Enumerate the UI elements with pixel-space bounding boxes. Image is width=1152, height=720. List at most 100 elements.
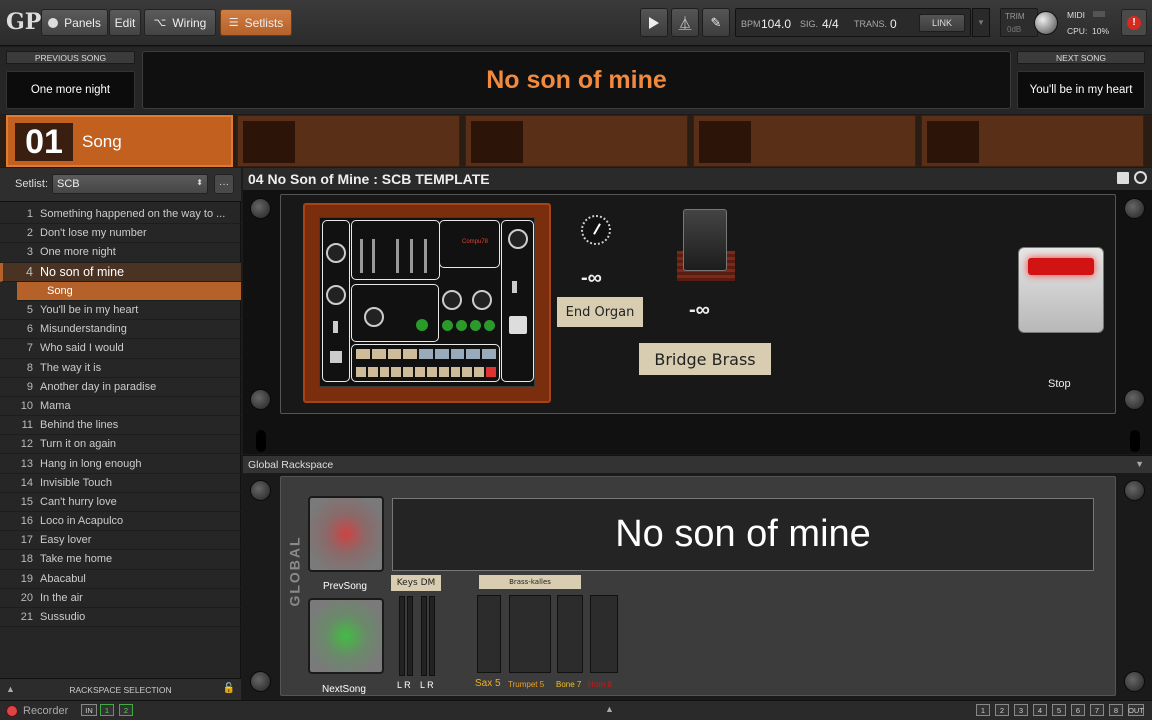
song-list-item[interactable]: 2 Don't lose my number (0, 224, 241, 244)
record-icon[interactable] (6, 705, 18, 717)
out-channel-6[interactable]: 6 (1071, 704, 1085, 716)
song-list: 1 Something happened on the way to ... 2 Do… (0, 205, 241, 680)
next-song-button[interactable] (308, 598, 384, 674)
song-list-item[interactable]: 17 Easy lover (0, 531, 241, 551)
button-icon[interactable] (509, 316, 527, 334)
song-list-item[interactable]: 15 Can't hurry love (0, 493, 241, 512)
in-channel-2[interactable]: 2 (119, 704, 133, 716)
song-list-item[interactable]: 6 Misunderstanding (0, 320, 241, 340)
trim-knob[interactable] (1034, 11, 1058, 35)
end-organ-label: End Organ (557, 297, 643, 327)
fader-track[interactable] (396, 239, 399, 273)
song-list-item[interactable]: 21 Sussudio (0, 608, 241, 628)
song-list-item[interactable]: 3 One more night (0, 243, 241, 263)
song-list-item[interactable]: 13 Hang in long enough (0, 454, 241, 474)
out-channel-8[interactable]: 8 (1109, 704, 1123, 716)
metronome-button[interactable]: ⏅ (671, 8, 699, 37)
switch-icon[interactable] (512, 281, 517, 293)
dm-fader-l[interactable] (421, 596, 427, 676)
alert-button[interactable]: ! (1121, 9, 1147, 36)
stop-button[interactable] (1018, 247, 1104, 333)
out-channel-1[interactable]: 1 (976, 704, 990, 716)
expression-pedal[interactable] (683, 209, 727, 271)
song-list-item[interactable]: 10 Mama (0, 397, 241, 417)
song-number: 2 (26, 227, 33, 240)
song-list-item[interactable]: 16 Loco in Acapulco (0, 512, 241, 532)
synth-knob[interactable] (326, 285, 346, 305)
transport-dropdown[interactable]: ▼ (972, 8, 990, 37)
out-channel-7[interactable]: 7 (1090, 704, 1104, 716)
fader-track[interactable] (410, 239, 413, 273)
song-list-item[interactable]: 1 Something happened on the way to ... (0, 205, 241, 225)
synth-plugin[interactable]: Compu78 (303, 203, 551, 403)
song-number: 15 (20, 495, 33, 508)
out-channel-3[interactable]: 3 (1014, 704, 1028, 716)
song-list-item[interactable]: 4 No son of mine (0, 262, 241, 282)
power-icon[interactable] (1134, 171, 1147, 184)
tuner-button[interactable]: ✎ (702, 8, 730, 37)
rackspace-selection-bar[interactable]: ▲ RACKSPACE SELECTION 🔓 (0, 678, 241, 700)
part-slot-empty[interactable] (465, 115, 688, 167)
lock-icon[interactable]: 🔓 (223, 683, 235, 694)
trans-value[interactable]: 0 (890, 17, 897, 31)
synth-knob[interactable] (472, 290, 492, 310)
alert-icon: ! (1127, 15, 1141, 30)
out-channel-4[interactable]: 4 (1033, 704, 1047, 716)
switch-icon[interactable] (333, 321, 338, 333)
keys-fader-r[interactable] (407, 596, 413, 676)
out-channel-2[interactable]: 2 (995, 704, 1009, 716)
link-button[interactable]: LINK (919, 14, 965, 32)
synth-knob[interactable] (508, 229, 528, 249)
song-list-item[interactable]: 12 Turn it on again (0, 435, 241, 455)
expand-up-icon[interactable]: ▲ (605, 704, 614, 714)
synth-knob[interactable] (442, 290, 462, 310)
song-list-item[interactable]: 9 Another day in paradise (0, 378, 241, 397)
chevron-down-icon[interactable]: ▼ (1135, 459, 1144, 469)
out-channel-5[interactable]: 5 (1052, 704, 1066, 716)
song-number: 1 (26, 208, 33, 221)
tab-wiring[interactable]: ⌥ Wiring (144, 9, 216, 36)
part-slot-empty[interactable] (237, 115, 460, 167)
save-icon[interactable] (1117, 172, 1129, 184)
part-slot-empty[interactable] (693, 115, 916, 167)
prev-song-button[interactable] (308, 496, 384, 572)
fader-track[interactable] (372, 239, 375, 273)
song-part-item[interactable]: Song (17, 281, 241, 301)
song-list-item[interactable]: 18 Take me home (0, 550, 241, 570)
level-knob[interactable] (577, 209, 617, 249)
tab-panels[interactable]: Panels (41, 9, 108, 36)
song-list-item[interactable]: 8 The way it is (0, 359, 241, 378)
horn-fader[interactable] (590, 595, 618, 673)
in-channel-1[interactable]: 1 (100, 704, 114, 716)
sax-fader[interactable] (477, 595, 501, 673)
trumpet-fader[interactable] (509, 595, 551, 673)
song-list-item[interactable]: 11 Behind the lines (0, 416, 241, 436)
song-list-item[interactable]: 14 Invisible Touch (0, 474, 241, 493)
song-title: Sussudio (40, 611, 86, 624)
bone-fader[interactable] (557, 595, 583, 673)
bpm-value[interactable]: 104.0 (761, 17, 791, 31)
tab-setlists[interactable]: ☰ Setlists (220, 9, 292, 36)
previous-song-button[interactable]: One more night (6, 71, 135, 109)
button-icon[interactable] (330, 351, 342, 363)
song-list-item[interactable]: 5 You'll be in my heart (0, 301, 241, 321)
song-list-item[interactable]: 19 Abacabul (0, 570, 241, 589)
setlist-dropdown[interactable]: SCB ⬍ (52, 174, 208, 194)
collapse-icon[interactable]: ▲ (6, 684, 15, 694)
dm-fader-r[interactable] (429, 596, 435, 676)
fader-track[interactable] (360, 239, 363, 273)
fader-track[interactable] (424, 239, 427, 273)
synth-knob[interactable] (326, 243, 346, 263)
tab-edit[interactable]: Edit (109, 9, 141, 36)
play-button[interactable] (640, 8, 668, 37)
setlist-more-button[interactable]: ··· (214, 174, 234, 194)
part-slot-empty[interactable] (921, 115, 1144, 167)
part-slot-active[interactable]: 01 Song (6, 115, 233, 167)
sig-value[interactable]: 4/4 (822, 17, 839, 31)
synth-knob[interactable] (364, 307, 384, 327)
global-rackspace-header[interactable]: Global Rackspace ▼ (243, 455, 1152, 473)
song-list-item[interactable]: 20 In the air (0, 589, 241, 608)
keys-fader-l[interactable] (399, 596, 405, 676)
song-list-item[interactable]: 7 Who said I would (0, 339, 241, 359)
next-song-button[interactable]: You'll be in my heart (1017, 71, 1145, 109)
